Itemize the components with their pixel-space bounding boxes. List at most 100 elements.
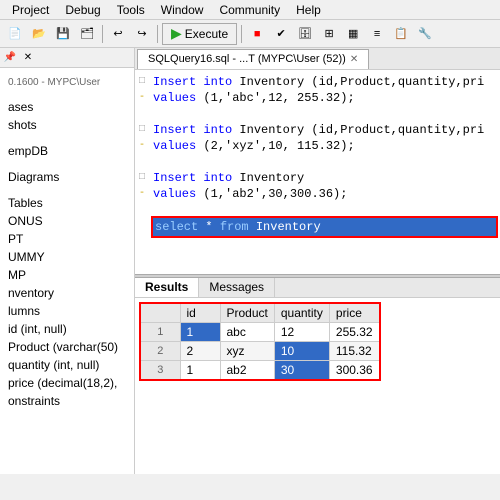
query-tab[interactable]: SQLQuery16.sql - ...T (MYPC\User (52)) ✕: [137, 49, 369, 69]
row-num-3: 3: [140, 361, 180, 381]
db-select[interactable]: 🗄: [294, 23, 316, 45]
menu-tools[interactable]: Tools: [109, 1, 153, 19]
marker-1: □: [139, 74, 151, 90]
cell-quantity-1[interactable]: 12: [274, 323, 329, 342]
cell-quantity-3[interactable]: 30: [274, 361, 329, 381]
code-line-4: □ Insert into Inventory (id,Product,quan…: [135, 122, 500, 138]
code-line-8: - values (1,'ab2',30,300.36);: [135, 186, 500, 202]
connection-item[interactable]: 0.1600 - MYPC\User: [0, 72, 134, 90]
cell-product-3[interactable]: ab2: [220, 361, 274, 381]
left-panel: 📌 ✕ 0.1600 - MYPC\User ases shots empDB …: [0, 48, 135, 474]
cell-quantity-2[interactable]: 10: [274, 342, 329, 361]
left-panel-header: 📌 ✕: [0, 48, 134, 68]
sep2: [157, 25, 158, 43]
execute-arrow-icon: ▶: [171, 25, 182, 42]
cell-id-2[interactable]: 2: [180, 342, 220, 361]
tree-divider-4: [0, 186, 134, 194]
results-table-wrap: id Product quantity price 1 1 abc 12 255: [135, 298, 500, 385]
tree-item-diagrams[interactable]: Diagrams: [0, 168, 134, 186]
grid-btn[interactable]: ▦: [342, 23, 364, 45]
save-btn[interactable]: 💾: [52, 23, 74, 45]
left-panel-content: 0.1600 - MYPC\User ases shots empDB Diag…: [0, 68, 134, 474]
code-text-1: Insert into Inventory (id,Product,quanti…: [153, 74, 496, 90]
query-tab-title: SQLQuery16.sql - ...T (MYPC\User (52)): [148, 53, 346, 65]
sep1: [102, 25, 103, 43]
col-header-id[interactable]: id: [180, 303, 220, 323]
row-num-1: 1: [140, 323, 180, 342]
code-area[interactable]: □ Insert into Inventory (id,Product,quan…: [135, 70, 500, 274]
sep3: [241, 25, 242, 43]
stop-btn[interactable]: ■: [246, 23, 268, 45]
menu-window[interactable]: Window: [153, 1, 212, 19]
table-row: 3 1 ab2 30 300.36: [140, 361, 380, 381]
tree-item-constraints[interactable]: onstraints: [0, 392, 134, 410]
code-text-5: values (2,'xyz',10, 115.32);: [153, 138, 496, 154]
tree-item-ases[interactable]: ases: [0, 98, 134, 116]
redo-btn[interactable]: ↪: [131, 23, 153, 45]
tree-item-shots[interactable]: shots: [0, 116, 134, 134]
cell-price-3[interactable]: 300.36: [329, 361, 379, 381]
menu-debug[interactable]: Debug: [57, 1, 108, 19]
text-btn[interactable]: ≡: [366, 23, 388, 45]
tree-item-bonus[interactable]: ONUS: [0, 212, 134, 230]
tree-item-empdb[interactable]: empDB: [0, 142, 134, 160]
menubar: Project Debug Tools Window Community Hel…: [0, 0, 500, 20]
selected-query[interactable]: select * from Inventory: [153, 218, 496, 236]
results-tab-messages[interactable]: Messages: [199, 278, 275, 297]
tree-item-quantity[interactable]: quantity (int, null): [0, 356, 134, 374]
file-btn[interactable]: 📋: [390, 23, 412, 45]
tree-item-dummy[interactable]: UMMY: [0, 248, 134, 266]
code-text-4: Insert into Inventory (id,Product,quanti…: [153, 122, 496, 138]
tree-divider-2: [0, 134, 134, 142]
cell-id-1[interactable]: 1: [180, 323, 220, 342]
code-line-9: [135, 202, 500, 218]
toolbar1: 📄 📂 💾 🗂 ↩ ↪ ▶ Execute ■ ✔ 🗄 ⊞ ▦ ≡ 📋 🔧: [0, 20, 500, 48]
cell-price-1[interactable]: 255.32: [329, 323, 379, 342]
col-header-quantity[interactable]: quantity: [274, 303, 329, 323]
tree-item-price[interactable]: price (decimal(18,2),: [0, 374, 134, 392]
code-text-7: Insert into Inventory: [153, 170, 496, 186]
new-file-btn[interactable]: 📄: [4, 23, 26, 45]
tree-item-product[interactable]: Product (varchar(50): [0, 338, 134, 356]
menu-community[interactable]: Community: [211, 1, 288, 19]
code-text-6: [153, 154, 496, 170]
col-header-price[interactable]: price: [329, 303, 379, 323]
code-line-6: [135, 154, 500, 170]
tab-close-btn[interactable]: ✕: [350, 54, 358, 65]
tree-divider-3: [0, 160, 134, 168]
right-panel: SQLQuery16.sql - ...T (MYPC\User (52)) ✕…: [135, 48, 500, 474]
pin-btn[interactable]: 📌: [2, 50, 18, 66]
menu-help[interactable]: Help: [288, 1, 329, 19]
menu-project[interactable]: Project: [4, 1, 57, 19]
tree-item-pt[interactable]: PT: [0, 230, 134, 248]
results-tab-results[interactable]: Results: [135, 278, 199, 297]
results-area: Results Messages id Product quantity pri…: [135, 278, 500, 474]
code-line-5: - values (2,'xyz',10, 115.32);: [135, 138, 500, 154]
tree-item-mp[interactable]: MP: [0, 266, 134, 284]
save-all-btn[interactable]: 🗂: [76, 23, 98, 45]
code-text-2: values (1,'abc',12, 255.32);: [153, 90, 496, 106]
cell-price-2[interactable]: 115.32: [329, 342, 379, 361]
execute-button[interactable]: ▶ Execute: [162, 23, 237, 45]
cell-id-3[interactable]: 1: [180, 361, 220, 381]
tree-item-columns[interactable]: lumns: [0, 302, 134, 320]
client-btn[interactable]: 🔧: [414, 23, 436, 45]
execute-label: Execute: [185, 27, 228, 41]
code-line-10: select * from Inventory: [135, 218, 500, 236]
marker-2: -: [139, 90, 151, 106]
cell-product-1[interactable]: abc: [220, 323, 274, 342]
cell-product-2[interactable]: xyz: [220, 342, 274, 361]
tree-item-id[interactable]: id (int, null): [0, 320, 134, 338]
tree-item-tables[interactable]: Tables: [0, 194, 134, 212]
parse-btn[interactable]: ✔: [270, 23, 292, 45]
marker-5: -: [139, 138, 151, 154]
results-btn[interactable]: ⊞: [318, 23, 340, 45]
row-num-2: 2: [140, 342, 180, 361]
col-header-product[interactable]: Product: [220, 303, 274, 323]
code-text-9: [153, 202, 496, 218]
tree-item-inventory[interactable]: nventory: [0, 284, 134, 302]
undo-btn[interactable]: ↩: [107, 23, 129, 45]
open-btn[interactable]: 📂: [28, 23, 50, 45]
marker-8: -: [139, 186, 151, 202]
close-panel-btn[interactable]: ✕: [20, 50, 36, 66]
